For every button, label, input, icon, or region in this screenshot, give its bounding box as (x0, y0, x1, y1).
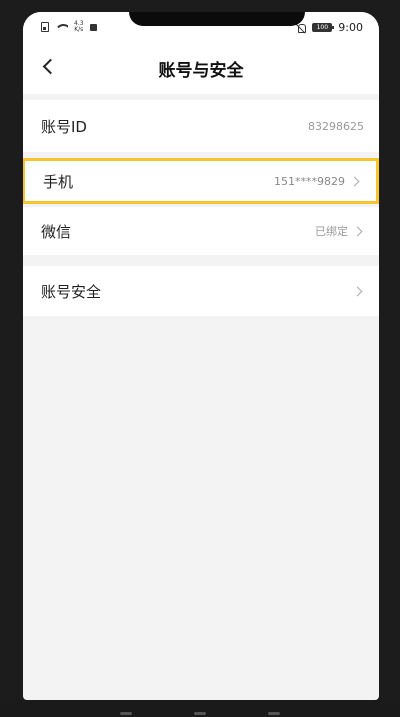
phone-row[interactable]: 手机 151****9829 (23, 158, 379, 204)
wechat-row[interactable]: 微信 已绑定 (23, 207, 379, 255)
notification-icon (89, 23, 97, 31)
nav-recent-hint (268, 712, 280, 715)
status-right: 100 9:00 (296, 21, 363, 34)
status-left: 4.3 K/s (41, 21, 97, 33)
wechat-status: 已绑定 (315, 225, 348, 238)
sim-card-icon (41, 22, 49, 32)
page-title: 账号与安全 (158, 61, 244, 81)
account-id-value: 83298625 (308, 119, 364, 133)
camera-notch (129, 12, 305, 26)
network-speed-unit: K/s (74, 26, 84, 33)
network-speed: 4.3 K/s (74, 21, 84, 33)
wechat-label: 微信 (41, 222, 72, 241)
battery-icon: 100 (312, 23, 335, 32)
account-id-label: 账号ID (41, 117, 87, 136)
wifi-icon (55, 22, 68, 32)
account-id-row: 账号ID 83298625 (23, 100, 379, 152)
screen: 4.3 K/s 100 9:00 账号与安全 账号ID 83298625 手机 … (23, 12, 379, 700)
nav-home-hint (194, 712, 206, 715)
phone-value: 151****9829 (274, 174, 345, 188)
account-security-row[interactable]: 账号安全 (23, 266, 379, 316)
nav-back-hint (120, 712, 132, 715)
phone-frame: 4.3 K/s 100 9:00 账号与安全 账号ID 83298625 手机 … (0, 0, 400, 717)
chevron-right-icon (354, 226, 364, 236)
nav-header: 账号与安全 (23, 42, 379, 94)
account-security-label: 账号安全 (41, 282, 102, 301)
nav-bar-hints (120, 712, 280, 715)
chevron-right-icon (351, 176, 361, 186)
chevron-right-icon (354, 286, 364, 296)
status-time: 9:00 (338, 21, 363, 34)
phone-label: 手机 (43, 172, 74, 191)
